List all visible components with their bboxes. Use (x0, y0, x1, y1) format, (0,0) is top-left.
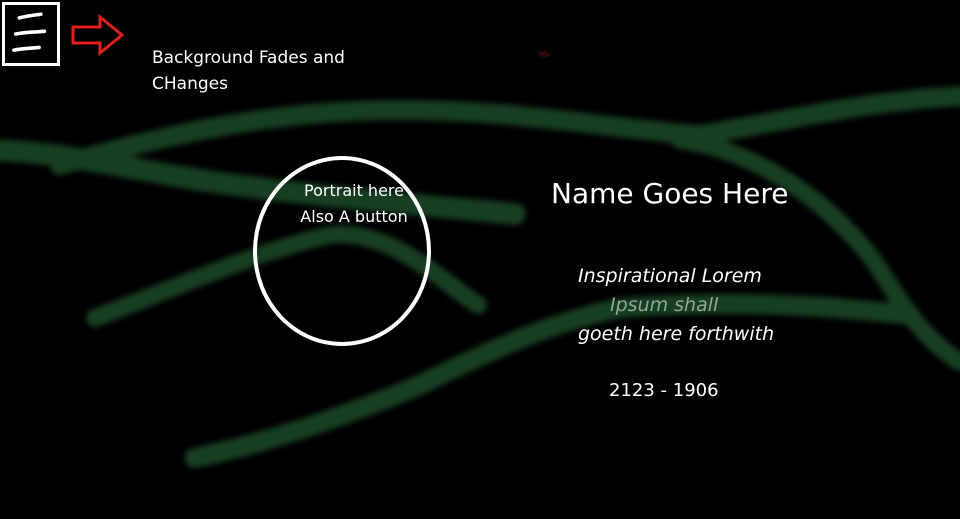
portrait-label-line: Also A button (300, 207, 408, 226)
menu-button[interactable] (2, 2, 60, 66)
background-brush-strokes (0, 50, 960, 468)
life-dates: 2123 - 1906 (609, 380, 719, 401)
quote-line: goeth here forthwith (578, 323, 775, 345)
annotation-line: CHanges (152, 74, 228, 94)
quote-line: Ipsum shall (610, 294, 719, 316)
annotation-note: Background Fades and CHanges (152, 45, 382, 97)
right-arrow-icon (71, 14, 125, 57)
hamburger-menu-icon (12, 12, 47, 52)
quote-line: Inspirational Lorem (578, 265, 762, 287)
brush-stroke (50, 86, 960, 175)
name-heading: Name Goes Here (551, 177, 789, 210)
portrait-label-line: Portrait here (304, 181, 404, 200)
faint-red-mark (537, 50, 552, 58)
inspirational-quote: Inspirational Lorem Ipsum shall goeth he… (578, 262, 858, 349)
annotation-line: Background Fades and (152, 48, 345, 68)
portrait-label: Portrait here Also A button (279, 178, 429, 230)
